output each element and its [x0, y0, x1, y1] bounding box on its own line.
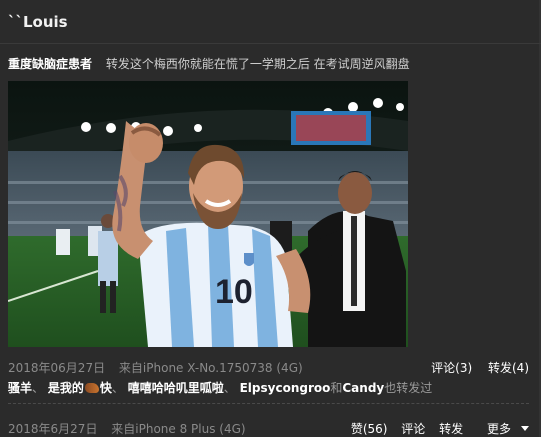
- original-meta-row: 2018年6月27日 来自iPhone 8 Plus (4G) 赞(56) 评论…: [8, 420, 529, 437]
- reposter-link[interactable]: Candy: [342, 381, 384, 395]
- reposters-line: 骚羊、 是我的 快、 嘻嘻哈哈叽里呱啦、 Elpsycongroo和Candy也转…: [8, 381, 433, 395]
- more-button[interactable]: 更多: [477, 422, 529, 436]
- repost-button[interactable]: 转发(4): [488, 361, 529, 375]
- post-date[interactable]: 2018年06月27日: [8, 361, 105, 375]
- photo-illustration: 10: [8, 81, 408, 347]
- dashed-divider: [8, 403, 529, 404]
- post-source: 来自iPhone X-No.1750738 (4G): [118, 361, 303, 375]
- post-title: ``Louis: [8, 13, 68, 31]
- reposter-link[interactable]: Elpsycongroo: [240, 381, 331, 395]
- repost-text: 转发这个梅西你就能在慌了一学期之后 在考试周逆风翻盘: [105, 57, 410, 71]
- reposter-link[interactable]: 是我的快: [48, 381, 112, 395]
- repost-author-link[interactable]: 重度缺脑症患者: [8, 57, 92, 71]
- comment-button[interactable]: 评论(3): [431, 361, 472, 375]
- caret-down-icon: [521, 426, 529, 431]
- original-date[interactable]: 2018年6月27日: [8, 422, 97, 436]
- original-source: 来自iPhone 8 Plus (4G): [111, 422, 246, 436]
- post-actions: 评论(3) 转发(4): [419, 359, 529, 376]
- post-photo[interactable]: 10: [8, 81, 408, 347]
- post-meta-row: 2018年06月27日 来自iPhone X-No.1750738 (4G) 评…: [8, 359, 529, 376]
- original-actions: 赞(56) 评论 转发 更多: [341, 420, 529, 437]
- title-divider: [0, 43, 541, 44]
- svg-text:10: 10: [215, 273, 253, 311]
- original-repost-button[interactable]: 转发: [439, 422, 463, 436]
- reposter-link[interactable]: 骚羊: [8, 381, 32, 395]
- reposter-link[interactable]: 嘻嘻哈哈叽里呱啦: [128, 381, 224, 395]
- repost-line: 重度缺脑症患者 转发这个梅西你就能在慌了一学期之后 在考试周逆风翻盘: [8, 55, 410, 72]
- emoji-icon: [84, 383, 99, 393]
- original-comment-button[interactable]: 评论: [401, 422, 425, 436]
- like-button[interactable]: 赞(56): [351, 422, 388, 436]
- reposted-suffix: 也转发过: [384, 381, 433, 395]
